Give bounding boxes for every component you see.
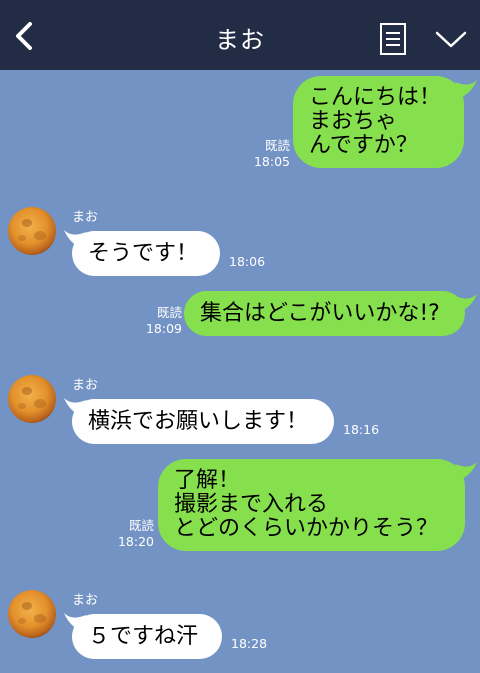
message-time: 18:06 [229, 254, 266, 269]
message-line: 撮影まで入れる [174, 492, 329, 517]
message-time: 18:20 [117, 534, 154, 549]
chat-title: まお [215, 26, 265, 54]
message-line: ５ですね汗 [88, 624, 199, 649]
message-time: 18:28 [231, 636, 268, 651]
message-line: 集合はどこがいいかな!? [200, 301, 440, 326]
sender-name: まお [72, 210, 99, 225]
avatar[interactable] [8, 207, 56, 255]
message-line: んですか？ [309, 133, 418, 158]
sender-name: まお [72, 378, 99, 393]
bubble-tail [455, 80, 477, 98]
menu-button[interactable] [378, 22, 408, 56]
message-line: 横浜でお願いします！ [88, 409, 309, 434]
expand-button[interactable] [432, 24, 470, 54]
message-bubble-outgoing[interactable]: 了解！ 撮影まで入れる とどのくらいかかりそう？ [158, 459, 465, 551]
avatar[interactable] [8, 375, 56, 423]
read-receipt: 既読 [264, 138, 290, 153]
message-time: 18:05 [253, 154, 290, 169]
bubble-tail [455, 462, 477, 480]
list-icon [380, 23, 406, 55]
avatar[interactable] [8, 590, 56, 638]
chat-header: まお [0, 0, 480, 70]
sender-name: まお [72, 593, 99, 608]
message-line: まおちゃ [309, 109, 398, 134]
bubble-tail [455, 294, 477, 312]
message-time: 18:16 [343, 422, 380, 437]
message-bubble-incoming[interactable]: ５ですね汗 [72, 614, 222, 659]
message-meta: 既読 18:09 [128, 305, 182, 337]
message-meta: 既読 18:05 [236, 138, 290, 170]
message-bubble-outgoing[interactable]: こんにちは！ まおちゃ んですか？ [293, 76, 464, 168]
message-line: そうです！ [88, 241, 199, 266]
chevron-down-icon [435, 31, 467, 48]
message-bubble-incoming[interactable]: 横浜でお願いします！ [72, 399, 334, 444]
message-bubble-outgoing[interactable]: 集合はどこがいいかな!? [184, 291, 465, 336]
read-receipt: 既読 [128, 518, 154, 533]
message-meta: 既読 18:20 [100, 518, 154, 550]
message-line: とどのくらいかかりそう？ [174, 516, 439, 541]
message-time: 18:09 [145, 321, 182, 336]
message-line: こんにちは！ [309, 85, 442, 110]
message-bubble-incoming[interactable]: そうです！ [72, 231, 220, 276]
read-receipt: 既読 [156, 305, 182, 320]
message-line: 了解！ [174, 468, 241, 493]
